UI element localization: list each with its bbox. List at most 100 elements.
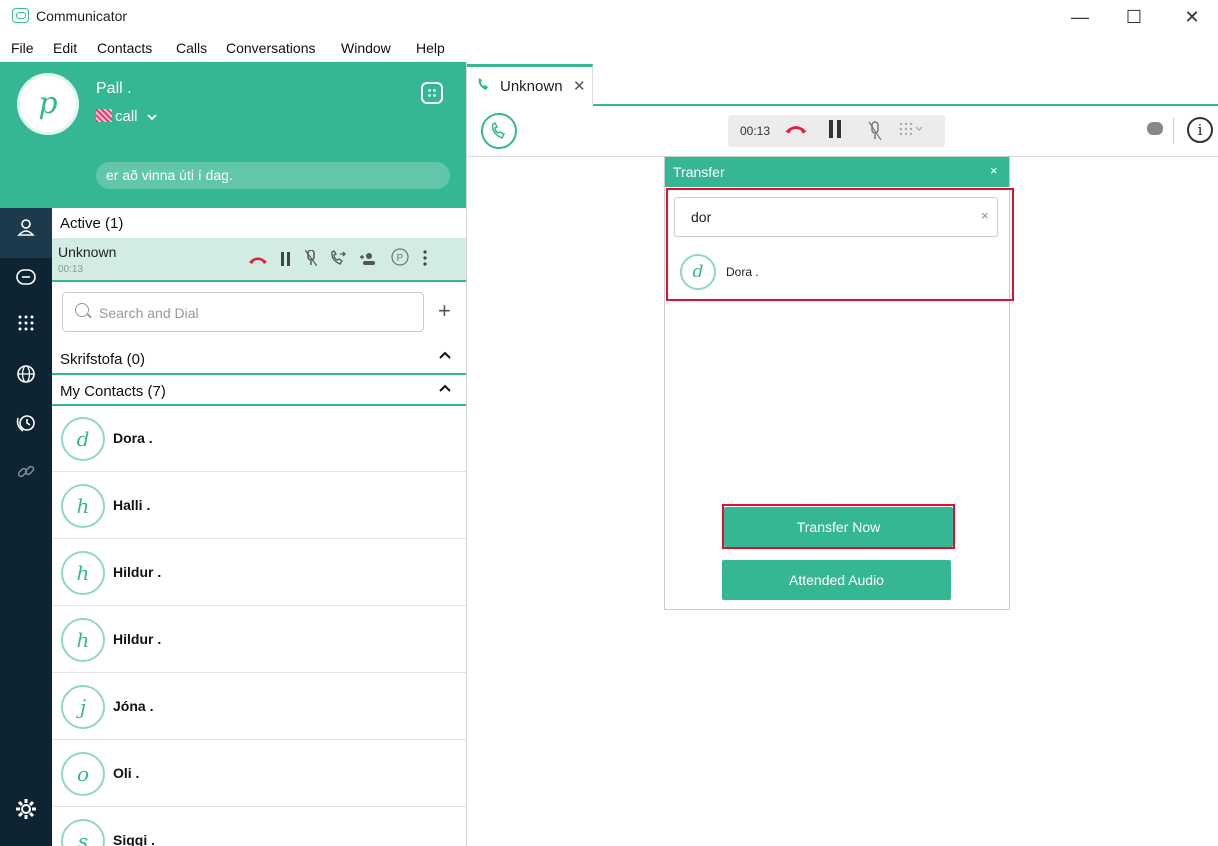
contact-avatar: h [61, 484, 105, 528]
mute-icon[interactable] [304, 249, 318, 271]
call-history-icon[interactable] [10, 412, 42, 444]
menu-contacts[interactable]: Contacts [97, 40, 152, 56]
profile-avatar[interactable]: p [17, 73, 79, 135]
info-icon[interactable]: i [1187, 117, 1213, 143]
contact-list-item[interactable]: h Hildur . [52, 607, 466, 673]
attended-audio-button[interactable]: Attended Audio [722, 560, 951, 600]
transfer-close-button[interactable]: × [990, 163, 998, 178]
contact-avatar: d [61, 417, 105, 461]
link-icon[interactable] [10, 460, 42, 492]
search-icon [75, 303, 89, 317]
active-section-label: Active (1) [60, 215, 124, 232]
mute-icon[interactable] [868, 121, 882, 146]
menu-conversations[interactable]: Conversations [226, 40, 316, 56]
hold-icon[interactable] [828, 119, 842, 145]
chevron-up-icon[interactable] [438, 351, 452, 360]
pane-divider [466, 62, 467, 846]
contacts-icon[interactable] [10, 215, 42, 247]
contact-name: Siggi . [113, 832, 155, 846]
contact-list-item[interactable]: d Dora . [52, 406, 466, 472]
highlight-box [722, 504, 955, 549]
tab-close-button[interactable]: ✕ [573, 77, 586, 95]
menu-window[interactable]: Window [341, 40, 391, 56]
contact-avatar: h [61, 618, 105, 662]
profile-header: p Pall . call er að vinna úti í dag. [0, 62, 466, 208]
menu-bar: File Edit Contacts Calls Conversations W… [0, 36, 470, 60]
add-contact-button[interactable]: + [438, 298, 451, 324]
tab-unknown[interactable]: Unknown ✕ [467, 64, 593, 104]
globe-icon[interactable] [10, 362, 42, 394]
maximize-button[interactable]: ☐ [1112, 4, 1156, 30]
transfer-header: Transfer × [665, 157, 1009, 187]
status-note-input[interactable]: er að vinna úti í dag. [96, 162, 450, 189]
hangup-icon[interactable] [784, 120, 808, 141]
conversation-tabs: Unknown ✕ [467, 62, 1218, 104]
contact-avatar: h [61, 551, 105, 595]
contact-name: Hildur . [113, 631, 162, 647]
contact-name: Oli . [113, 765, 140, 781]
phone-icon [491, 121, 506, 139]
office-divider [52, 373, 466, 375]
presence-status-dropdown[interactable]: call [96, 108, 158, 125]
search-and-dial-input[interactable]: Search and Dial [62, 292, 424, 332]
phone-icon [477, 77, 491, 94]
contact-avatar: j [61, 685, 105, 729]
active-call-name: Unknown [58, 244, 117, 260]
contact-list-item[interactable]: o Oli . [52, 741, 466, 807]
more-options-icon[interactable] [423, 250, 427, 271]
hold-icon[interactable] [281, 252, 291, 271]
menu-file[interactable]: File [11, 40, 34, 56]
hangup-icon[interactable] [248, 253, 268, 271]
contacts-group-header[interactable]: My Contacts (7) [52, 376, 466, 406]
svg-text:P: P [397, 253, 404, 264]
result-name: Dora . [726, 265, 759, 279]
office-group-header[interactable]: Skrifstofa (0) [52, 344, 466, 374]
menu-calls[interactable]: Calls [176, 40, 207, 56]
transfer-result-item[interactable]: d Dora . [680, 254, 980, 292]
contact-avatar: s [61, 819, 105, 846]
profile-name: Pall . [96, 80, 132, 97]
left-rail [0, 208, 52, 846]
contact-list-item[interactable]: s Siggi . [52, 808, 466, 846]
transfer-search-value: dor [691, 209, 712, 225]
contact-list-item[interactable]: j Jóna . [52, 674, 466, 740]
title-bar: Communicator — ☐ ✕ [0, 0, 1218, 34]
office-group-label: Skrifstofa (0) [60, 351, 146, 368]
chat-icon[interactable] [10, 266, 42, 298]
park-icon[interactable]: P [391, 248, 409, 271]
call-button[interactable] [481, 113, 517, 149]
toolbar-separator [1173, 118, 1174, 144]
settings-icon[interactable] [14, 798, 38, 822]
contact-name: Jóna . [113, 698, 154, 714]
transfer-search-input[interactable]: dor × [674, 197, 998, 237]
presence-icon [96, 109, 112, 122]
contact-name: Hildur . [113, 564, 162, 580]
chat-icon[interactable] [1147, 122, 1163, 135]
minimize-button[interactable]: — [1058, 4, 1102, 30]
call-toolbar: 00:13 i [467, 106, 1218, 157]
menu-help[interactable]: Help [416, 40, 445, 56]
transfer-title: Transfer [673, 164, 725, 180]
active-section-header[interactable]: Active (1) [52, 208, 466, 238]
active-call-actions: P [248, 248, 436, 271]
contact-list-item[interactable]: h Hildur . [52, 540, 466, 606]
contact-name: Dora . [113, 430, 153, 446]
contact-list-item[interactable]: h Halli . [52, 473, 466, 539]
close-window-button[interactable]: ✕ [1170, 4, 1214, 30]
contacts-group-label: My Contacts (7) [60, 383, 166, 400]
active-call-row[interactable]: Unknown 00:13 P [52, 238, 466, 280]
menu-edit[interactable]: Edit [53, 40, 77, 56]
chevron-up-icon[interactable] [438, 384, 452, 393]
active-divider [52, 280, 466, 282]
dialpad-icon[interactable] [10, 312, 42, 344]
result-avatar: d [680, 254, 716, 290]
transfer-call-icon[interactable] [330, 250, 347, 271]
conference-icon[interactable] [359, 252, 378, 271]
clear-search-button[interactable]: × [981, 208, 989, 223]
keypad-icon[interactable] [898, 121, 926, 142]
call-controls: 00:13 [728, 115, 945, 147]
active-call-time: 00:13 [58, 264, 84, 275]
app-title: Communicator [36, 8, 128, 24]
contact-avatar: o [61, 752, 105, 796]
directory-icon[interactable] [421, 82, 443, 104]
